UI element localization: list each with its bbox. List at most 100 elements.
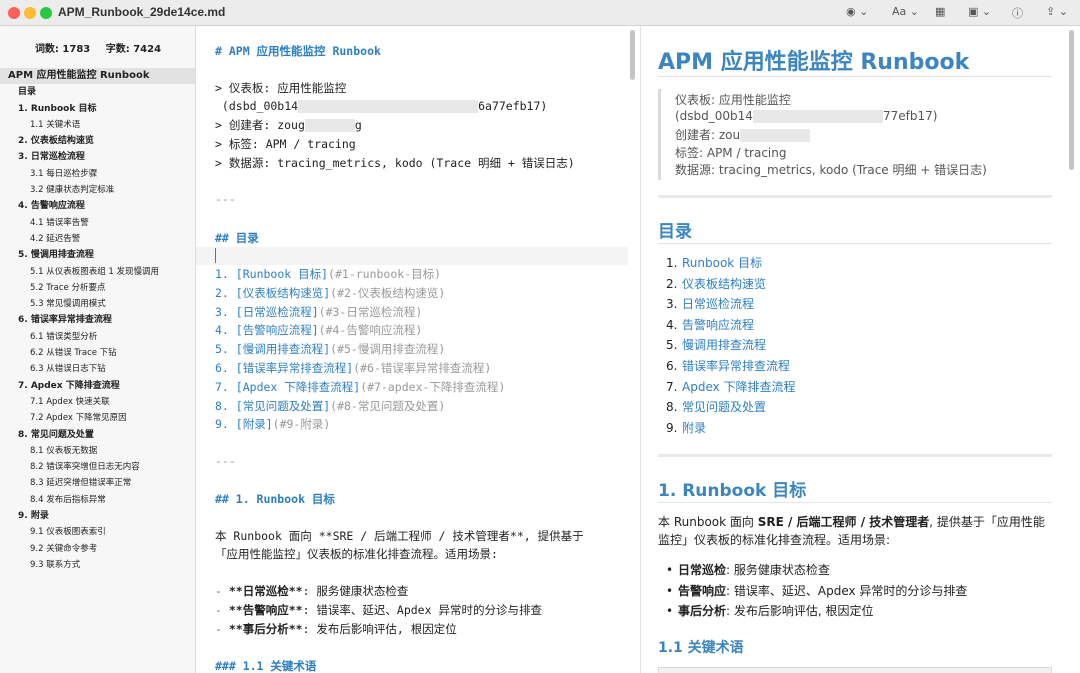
preview-bullet-item: • 告警响应: 错误率、延迟、Apdex 异常时的分诊与排查 [666,581,967,602]
horizontal-rule [658,454,1052,457]
src-paragraph: 「应用性能监控」仪表板的标准化排查流程。适用场景: [215,547,498,561]
minimize-window-button[interactable] [24,7,36,19]
text-cursor [215,248,216,263]
zoom-window-button[interactable] [40,7,52,19]
src-hr: --- [215,454,236,468]
src-toc-line: 5. [慢调用排查流程](#5-慢调用排查流程) [215,342,446,357]
preview-paragraph: 本 Runbook 面向 SRE / 后端工程师 / 技术管理者, 提供基于「应… [658,515,1045,547]
bullet-dot: • [666,604,674,618]
src-quote-line: > 标签: APM / tracing [215,137,356,151]
src-quote-line: > 仪表板: 应用性能监控 [215,81,347,95]
src-h3-terms: ### 1.1 关键术语 [215,659,317,673]
src-toc-line: 2. [仪表板结构速览](#2-仪表板结构速览) [215,285,446,300]
markdown-editor[interactable]: # APM 应用性能监控 Runbook > 仪表板: 应用性能监控 (dsbd… [196,26,628,673]
redacted-block [298,100,479,113]
outline-item[interactable]: 4.2 延迟告警 [0,231,195,247]
close-window-button[interactable] [8,7,20,19]
outline-item[interactable]: 目录 [0,84,195,100]
preview-toc-item[interactable]: 7. Apdex 下降排查流程 [666,377,796,398]
preview-bullet-item: • 事后分析: 发布后影响评估, 根因定位 [666,601,967,622]
outline-item[interactable]: 3.1 每日巡检步骤 [0,166,195,182]
redacted-block [740,129,811,142]
editor-scrollbar[interactable] [630,30,635,80]
src-toc-line: 7. [Apdex 下降排查流程](#7-apdex-下降排查流程) [215,379,506,394]
src-toc-line: 1. [Runbook 目标](#1-runbook-目标) [215,267,442,281]
preview-h3-terms: 1.1 关键术语 [658,640,744,656]
quote-line: 仪表板: 应用性能监控 [675,93,791,107]
outline-item[interactable]: 5.1 从仪表板图表组 1 发现慢调用 [0,264,195,280]
outline-item[interactable]: 7. Apdex 下降排查流程 [0,378,195,394]
preview-toc-list: 1. Runbook 目标 2. 仪表板结构速览 3. 日常巡检流程 4. 告警响应流程 5. 慢… [666,253,796,438]
preview-title: APM 应用性能监控 Runbook [658,50,970,75]
preview-toc-item[interactable]: 3. 日常巡检流程 [666,294,796,315]
share-icon[interactable]: ⇪ ⌄ [1046,5,1068,18]
outline-item[interactable]: 7.2 Apdex 下降常见原因 [0,410,195,426]
outline-item[interactable]: 6.1 错误类型分析 [0,329,195,345]
document-stats: 词数: 1783 字数: 7424 [0,40,195,55]
outline-item[interactable]: 9. 附录 [0,508,195,524]
preview-toc-item[interactable]: 6. 错误率异常排查流程 [666,356,796,377]
outline-item[interactable]: 9.3 联系方式 [0,557,195,573]
preview-toc-item[interactable]: 5. 慢调用排查流程 [666,335,796,356]
src-h1: # APM 应用性能监控 Runbook [215,44,381,58]
src-toc-line: 9. [附录](#9-附录) [215,417,331,432]
font-icon[interactable]: Aa ⌄ [892,5,919,18]
preview-bullet-item: • 日常巡检: 服务健康状态检查 [666,560,967,581]
src-toc-line: 8. [常见问题及处置](#8-常见问题及处置) [215,398,446,413]
bullet-dot: • [666,563,674,577]
src-toc-line: 6. [错误率异常排查流程](#6-错误率异常排查流程) [215,361,492,375]
src-bullet: - **事后分析**: 发布后影响评估, 根因定位 [215,622,457,636]
quote-line: 标签: APM / tracing [675,146,787,160]
outline-item[interactable]: 6.2 从错误 Trace 下钻 [0,345,195,361]
src-paragraph: 本 Runbook 面向 **SRE / 后端工程师 / 技术管理者**, 提供… [215,529,584,543]
table-icon[interactable]: ▦ [935,5,945,18]
src-bullet: - **日常巡检**: 服务健康状态检查 [215,584,409,598]
outline-item[interactable]: 5.3 常见慢调用模式 [0,296,195,312]
outline-item[interactable]: 5. 慢调用排查流程 [0,247,195,263]
outline-item[interactable]: 8.4 发布后指标异常 [0,492,195,508]
bullet-dot: • [666,583,674,598]
char-count: 字数: 7424 [105,44,162,55]
outline-item[interactable]: 3. 日常巡检流程 [0,149,195,165]
outline-item[interactable]: 3.2 健康状态判定标准 [0,182,195,198]
terms-table [658,667,1052,673]
outline-item[interactable]: 1.1 关键术语 [0,117,195,133]
outline-item[interactable]: APM 应用性能监控 Runbook [0,68,195,85]
outline-item[interactable]: 6. 错误率异常排查流程 [0,312,195,328]
quote-line: 创建者: zou [675,126,811,143]
outline-item[interactable]: 8.2 错误率突增但日志无内容 [0,459,195,475]
outline-item[interactable]: 8.1 仪表板无数据 [0,443,195,459]
preview-h2-goal: 1. Runbook 目标 [658,481,807,501]
outline-item[interactable]: 9.2 关键命令参考 [0,541,195,557]
info-icon[interactable]: ⓘ [1012,5,1023,21]
src-quote-line: > 创建者: zoug g [215,118,362,132]
src-toc-line: 4. [告警响应流程](#4-告警响应流程) [215,323,423,338]
preview-toc-item[interactable]: 8. 常见问题及处置 [666,397,796,418]
outline-item[interactable]: 9.1 仪表板图表索引 [0,524,195,540]
title-bar: APM_Runbook_29de14ce.md ◉ ⌄ Aa ⌄ ▦ ▣ ⌄ ⓘ… [0,0,1080,26]
outline-item[interactable]: 1. Runbook 目标 [0,101,195,117]
outline-item[interactable]: 7.1 Apdex 快速关联 [0,394,195,410]
outline-list: APM 应用性能监控 Runbook 目录 1. Runbook 目标 1.1 关键术… [0,68,195,573]
redacted-block [304,119,355,132]
preview-toc-item[interactable]: 1. Runbook 目标 [666,253,796,274]
outline-item[interactable]: 4.1 错误率告警 [0,215,195,231]
preview-toc-item[interactable]: 4. 告警响应流程 [666,315,796,336]
window-title: APM_Runbook_29de14ce.md [58,5,226,19]
image-icon[interactable]: ▣ ⌄ [968,5,991,18]
preview-toc-item[interactable]: 9. 附录 [666,418,796,439]
redacted-block [752,110,883,123]
outline-item[interactable]: 6.3 从错误日志下钻 [0,361,195,377]
preview-h2-toc: 目录 [658,222,692,242]
preview-toc-item[interactable]: 2. 仪表板结构速览 [666,274,796,295]
outline-item[interactable]: 8.3 延迟突增但错误率正常 [0,475,195,491]
outline-item[interactable]: 4. 告警响应流程 [0,198,195,214]
outline-item[interactable]: 5.2 Trace 分析要点 [0,280,195,296]
outline-item[interactable]: 8. 常见问题及处置 [0,427,195,443]
preview-scrollbar[interactable] [1069,30,1074,170]
eye-icon[interactable]: ◉ ⌄ [846,5,868,18]
src-h2-goal: ## 1. Runbook 目标 [215,492,335,506]
outline-item[interactable]: 2. 仪表板结构速览 [0,133,195,149]
quote-line: 数据源: tracing_metrics, kodo (Trace 明细 + 错… [675,163,987,177]
horizontal-rule [658,195,1052,198]
